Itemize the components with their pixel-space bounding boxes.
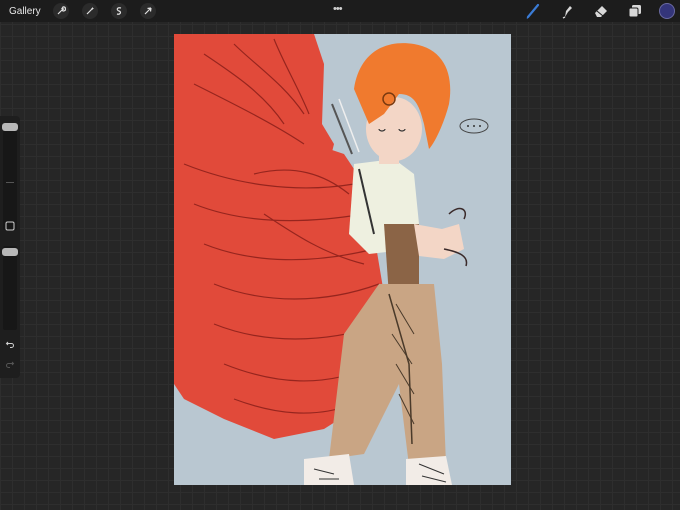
color-picker-button[interactable] bbox=[659, 3, 675, 19]
brush-size-slider[interactable] bbox=[3, 126, 17, 230]
right-tools bbox=[523, 0, 680, 22]
magic-wand-icon[interactable] bbox=[81, 3, 98, 19]
undo-icon[interactable] bbox=[3, 337, 17, 351]
gallery-button[interactable]: Gallery bbox=[9, 6, 41, 17]
smudge-icon[interactable] bbox=[557, 1, 577, 21]
selection-icon[interactable] bbox=[110, 3, 127, 19]
slider-divider bbox=[6, 182, 14, 183]
top-toolbar: Gallery ••• bbox=[0, 0, 680, 22]
drawing-canvas[interactable] bbox=[174, 34, 511, 485]
artwork-drawing bbox=[174, 34, 489, 485]
brush-size-handle[interactable] bbox=[2, 123, 18, 131]
modify-square-button[interactable] bbox=[3, 219, 17, 233]
top-menu-handle[interactable]: ••• bbox=[333, 4, 343, 15]
opacity-slider[interactable] bbox=[3, 246, 17, 330]
transform-arrow-icon[interactable] bbox=[139, 3, 156, 19]
layers-icon[interactable] bbox=[625, 1, 645, 21]
eraser-icon[interactable] bbox=[591, 1, 611, 21]
brush-icon[interactable] bbox=[523, 1, 543, 21]
opacity-handle[interactable] bbox=[2, 248, 18, 256]
redo-icon[interactable] bbox=[3, 357, 17, 371]
left-sidebar bbox=[0, 116, 20, 378]
wrench-icon[interactable] bbox=[52, 3, 69, 19]
